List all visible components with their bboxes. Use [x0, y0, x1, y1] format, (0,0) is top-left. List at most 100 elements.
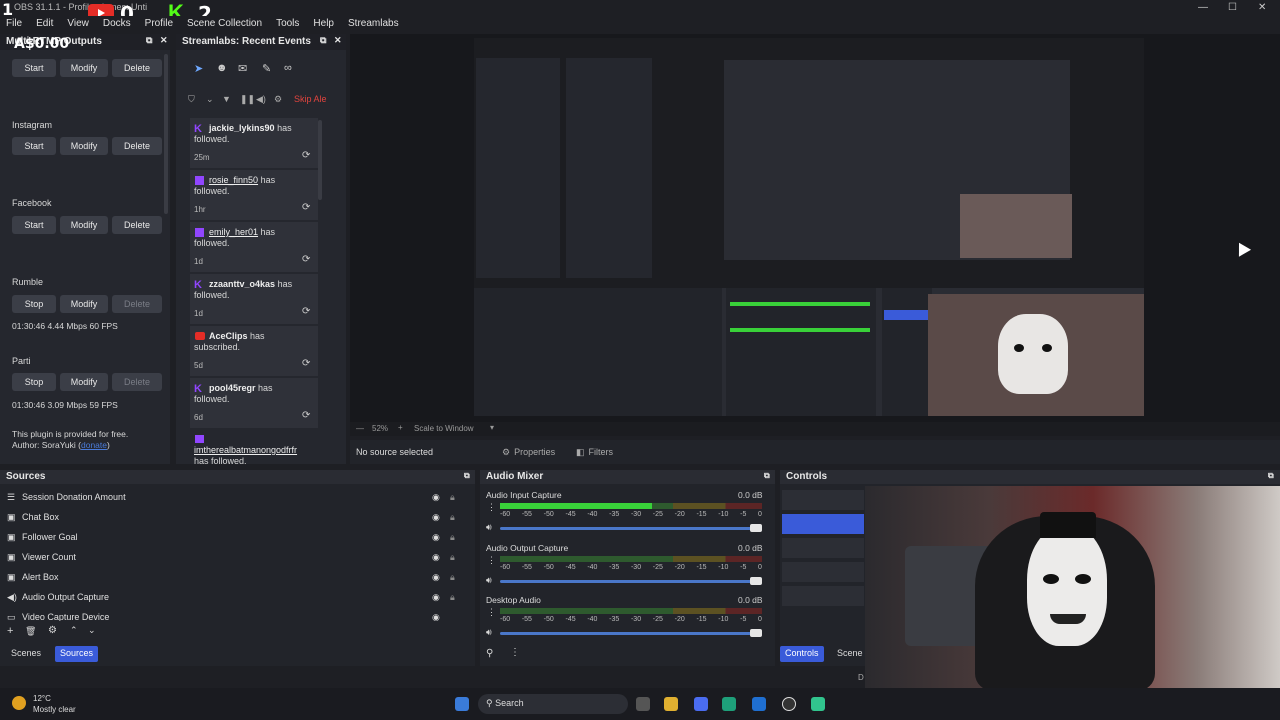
zoom-out-icon[interactable]: — [356, 424, 364, 433]
control-button[interactable] [782, 562, 864, 582]
event-user[interactable]: rosie_finn50 [209, 175, 258, 185]
menu-scene-collection[interactable]: Scene Collection [187, 18, 262, 29]
eye-icon[interactable]: ◉ [432, 552, 440, 563]
menu-docks[interactable]: Docks [103, 18, 131, 29]
slider-knob[interactable] [750, 629, 762, 637]
windows-start-icon[interactable] [455, 697, 469, 711]
obs-icon[interactable] [782, 697, 796, 711]
float-icon[interactable]: ⧉ [764, 471, 770, 481]
modify-button[interactable]: Modify [60, 137, 108, 155]
delete-button[interactable]: Delete [112, 59, 162, 77]
more-icon[interactable]: ⋮ [510, 647, 520, 658]
replay-icon[interactable]: ⟳ [302, 410, 310, 421]
weather-temp[interactable]: 12°C [33, 694, 51, 703]
delete-button[interactable]: Delete [112, 295, 162, 313]
control-button[interactable] [782, 538, 864, 558]
event-user[interactable]: jackie_lykins90 [209, 123, 275, 133]
more-icon[interactable]: ⋮ [487, 555, 496, 566]
stop-button[interactable]: Stop [12, 373, 56, 391]
replay-icon[interactable]: ⟳ [302, 150, 310, 161]
menu-profile[interactable]: Profile [145, 18, 173, 29]
lock-icon[interactable]: 🔒︎ [450, 552, 455, 563]
volume-slider[interactable] [500, 577, 762, 585]
replay-icon[interactable]: ⟳ [302, 202, 310, 213]
event-user[interactable]: pool45regr [209, 383, 256, 393]
menu-view[interactable]: View [67, 18, 89, 29]
streamlabs-icon[interactable] [811, 697, 825, 711]
up-icon[interactable]: ⌃ [70, 625, 78, 636]
settings-icon[interactable]: ⚙ [274, 94, 282, 105]
file-explorer-icon[interactable] [664, 697, 678, 711]
link-icon[interactable]: ∞ [284, 62, 292, 74]
close-icon[interactable]: ✕ [160, 35, 168, 46]
scrollbar[interactable] [318, 120, 322, 200]
eye-icon[interactable]: ◉ [432, 532, 440, 543]
send-icon[interactable]: ➤ [194, 62, 203, 75]
delete-button[interactable]: Delete [112, 373, 162, 391]
menu-file[interactable]: File [6, 18, 22, 29]
volume-icon[interactable]: ◀) [256, 94, 266, 105]
outlook-icon[interactable] [752, 697, 766, 711]
scrollbar[interactable] [164, 54, 168, 214]
replay-icon[interactable]: ⟳ [302, 254, 310, 265]
pause-icon[interactable]: ❚❚ [240, 94, 255, 105]
source-item[interactable]: Follower Goal [22, 532, 78, 542]
modify-button[interactable]: Modify [60, 373, 108, 391]
source-item[interactable]: Audio Output Capture [22, 592, 109, 602]
menu-tools[interactable]: Tools [276, 18, 299, 29]
eye-icon[interactable]: ◉ [432, 592, 440, 603]
gear-icon[interactable]: ⚙ [48, 625, 57, 636]
tab-sources[interactable]: Sources [55, 646, 99, 662]
pencil-icon[interactable]: ✎ [262, 62, 271, 75]
eye-icon[interactable]: ◉ [432, 492, 440, 503]
maximize-button[interactable]: ☐ [1228, 2, 1237, 13]
link-icon[interactable]: ⚲ [486, 648, 493, 659]
scale-mode[interactable]: Scale to Window [414, 424, 474, 433]
close-icon[interactable]: ✕ [334, 35, 342, 46]
source-item[interactable]: Video Capture Device [22, 612, 109, 621]
eye-icon[interactable]: ◉ [432, 512, 440, 523]
float-icon[interactable]: ⧉ [1268, 471, 1274, 481]
shield-icon[interactable]: ⛉ [188, 94, 195, 105]
float-icon[interactable]: ⧉ [464, 471, 470, 481]
modify-button[interactable]: Modify [60, 295, 108, 313]
delete-button[interactable]: Delete [112, 137, 162, 155]
source-item[interactable]: Session Donation Amount [22, 492, 126, 502]
filter-icon[interactable]: ▼ [222, 94, 231, 104]
volume-slider[interactable] [500, 629, 762, 637]
volume-slider[interactable] [500, 524, 762, 532]
menu-streamlabs[interactable]: Streamlabs [348, 18, 399, 29]
eye-icon[interactable]: ◉ [432, 572, 440, 583]
zoom-in-icon[interactable]: + [398, 423, 403, 432]
start-button[interactable]: Start [12, 59, 56, 77]
donate-link[interactable]: donate [81, 440, 107, 450]
close-button[interactable]: ✕ [1258, 2, 1266, 13]
weather-desc[interactable]: Mostly clear [33, 705, 76, 714]
lock-icon[interactable]: 🔒︎ [450, 532, 455, 543]
menu-help[interactable]: Help [313, 18, 334, 29]
source-item[interactable]: Alert Box [22, 572, 59, 582]
replay-icon[interactable]: ⟳ [302, 306, 310, 317]
minimize-button[interactable]: — [1198, 2, 1208, 13]
event-user[interactable]: imtherealbatmanongodfrfr [194, 445, 297, 455]
source-item[interactable]: Viewer Count [22, 552, 76, 562]
task-view-icon[interactable] [636, 697, 650, 711]
tab-scenes[interactable]: Scenes [6, 646, 46, 662]
speaker-icon[interactable]: 🔊︎ [486, 627, 492, 638]
down-icon[interactable]: ⌄ [88, 625, 96, 636]
lock-icon[interactable]: 🔒︎ [450, 572, 455, 583]
event-user[interactable]: zzaanttv_o4kas [209, 279, 275, 289]
modify-button[interactable]: Modify [60, 59, 108, 77]
skip-alert-button[interactable]: Skip Ale [294, 94, 327, 104]
replay-icon[interactable]: ⟳ [302, 358, 310, 369]
more-icon[interactable]: ⋮ [487, 502, 496, 513]
lock-icon[interactable]: 🔒︎ [450, 492, 455, 503]
trash-icon[interactable]: 🗑︎ [25, 626, 36, 637]
modify-button[interactable]: Modify [60, 216, 108, 234]
control-button[interactable] [782, 490, 864, 510]
menu-edit[interactable]: Edit [36, 18, 53, 29]
speaker-icon[interactable]: 🔊︎ [486, 575, 492, 586]
chevron-down-icon[interactable]: ⌄ [206, 94, 214, 105]
event-user[interactable]: AceClips [209, 331, 248, 341]
taskbar-search[interactable]: ⚲ Search [478, 694, 628, 714]
